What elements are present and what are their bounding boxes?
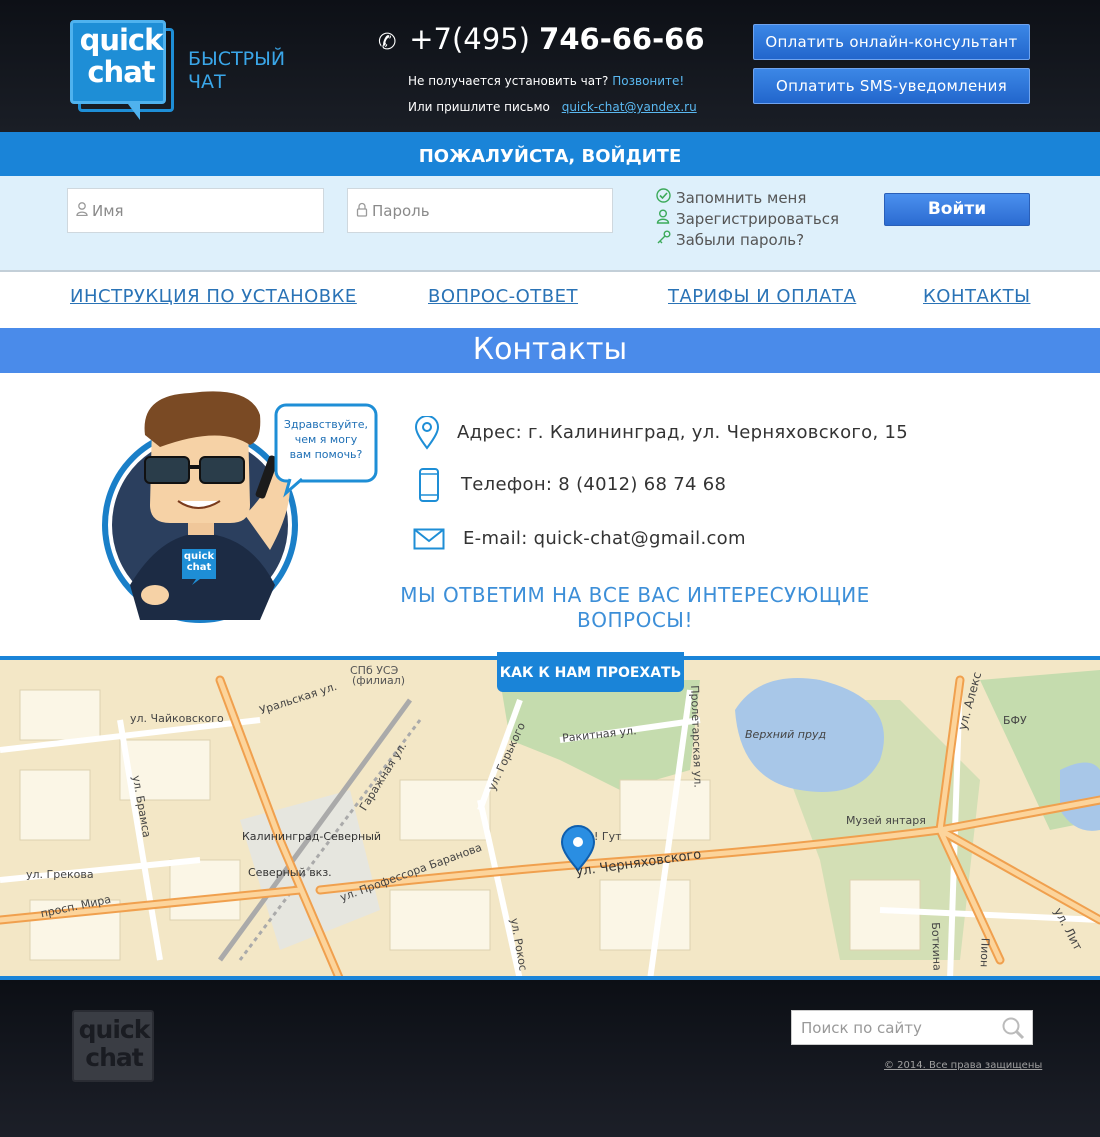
name-input[interactable]: [68, 189, 323, 232]
shirt-logo: quick chat: [183, 551, 215, 573]
help-line: Не получается установить чат? Позвоните!: [408, 74, 684, 88]
lock-icon: [356, 202, 368, 221]
person-icon: [656, 209, 676, 228]
mascot-illustration: Здравствуйте, чем я могу вам помочь? qui…: [100, 385, 390, 635]
forgot-label: Забыли пароль?: [676, 231, 805, 249]
map-label: (филиал): [352, 674, 406, 687]
login-button[interactable]: Войти: [884, 193, 1030, 226]
help-text: Не получается установить чат?: [408, 74, 609, 88]
copyright: © 2014. Все права защищены: [884, 1060, 1043, 1071]
tagline-line-1: МЫ ОТВЕТИМ НА ВСЕ ВАС ИНТЕРЕСУЮЩИЕ: [400, 583, 870, 607]
contact-email[interactable]: E-mail: quick-chat@gmail.com: [463, 528, 746, 549]
password-field[interactable]: [347, 188, 613, 233]
login-title: ПОЖАЛУЙСТА, ВОЙДИТЕ: [418, 146, 682, 167]
contact-phone: Телефон: 8 (4012) 68 74 68: [461, 474, 727, 495]
mobile-phone-icon: [418, 467, 440, 507]
map-label: Верхний пруд: [745, 728, 827, 741]
nav-faq[interactable]: ВОПРОС-ОТВЕТ: [428, 286, 578, 307]
header-email-link[interactable]: quick-chat@yandex.ru: [562, 100, 697, 114]
map-label: Боткина: [928, 922, 944, 971]
check-icon: [656, 188, 676, 207]
footer-logo[interactable]: quick chat: [72, 1010, 162, 1095]
call-link[interactable]: Позвоните!: [612, 74, 684, 88]
speech-bubble: Здравствуйте, чем я могу вам помочь?: [276, 417, 376, 462]
map-label: Пион: [977, 937, 992, 968]
page-title: Контакты: [0, 328, 1100, 373]
name-field[interactable]: [67, 188, 324, 233]
header-phone: ✆ +7(495) 746-66-66: [378, 22, 705, 56]
directions-tab[interactable]: КАК К НАМ ПРОЕХАТЬ: [497, 652, 684, 692]
brand-line-1: БЫСТРЫЙ: [188, 48, 286, 70]
brand-line-2: ЧАТ: [188, 71, 226, 93]
map-label: ул. Чайковского: [130, 712, 224, 725]
nav-pricing[interactable]: ТАРИФЫ И ОПЛАТА: [668, 286, 856, 307]
search-input[interactable]: [792, 1011, 992, 1044]
site-search[interactable]: [791, 1010, 1033, 1045]
location-map[interactable]: СПб УСЭ (филиал) Уральская ул. ул. Чайко…: [0, 656, 1100, 980]
contacts-tagline: МЫ ОТВЕТИМ НА ВСЕ ВАС ИНТЕРЕСУЮЩИЕ ВОПРО…: [380, 583, 890, 633]
brand-subtitle: БЫСТРЫЙ ЧАТ: [188, 48, 285, 94]
bubble-line-2: чем я могу: [294, 433, 358, 446]
forgot-password-option[interactable]: Забыли пароль?: [656, 230, 804, 249]
map-label: Северный вкз.: [248, 866, 332, 879]
map-label: Калининград-Северный: [242, 830, 382, 843]
map-label: Музей янтаря: [846, 814, 926, 827]
register-option[interactable]: Зарегистрироваться: [656, 209, 839, 228]
remember-me-option[interactable]: Запомнить меня: [656, 188, 806, 207]
remember-label: Запомнить меня: [676, 189, 807, 207]
footer-logo-text: quick chat: [78, 1015, 151, 1072]
email-line: Или пришлите письмо quick-chat@yandex.ru: [408, 100, 697, 114]
header-logo[interactable]: quick chat: [70, 20, 176, 120]
bubble-line-1: Здравствуйте,: [283, 418, 369, 431]
phone-prefix: +7(495): [409, 22, 530, 56]
register-label: Зарегистрироваться: [676, 210, 840, 228]
pay-sms-button[interactable]: Оплатить SMS-уведомления: [753, 68, 1030, 104]
nav-contacts[interactable]: КОНТАКТЫ: [923, 286, 1030, 307]
site-footer: [0, 980, 1100, 1137]
logo-bubble-tail: [128, 104, 140, 120]
tagline-line-2: ВОПРОСЫ!: [577, 608, 693, 632]
magnifier-icon[interactable]: [1000, 1015, 1026, 1041]
phone-icon: ✆: [378, 30, 397, 55]
main-nav: ИНСТРУКЦИЯ ПО УСТАНОВКЕ ВОПРОС-ОТВЕТ ТАР…: [0, 272, 1100, 328]
contact-address: Адрес: г. Калининград, ул. Черняховского…: [457, 422, 909, 443]
bubble-line-3: вам помочь?: [289, 448, 363, 461]
nav-install[interactable]: ИНСТРУКЦИЯ ПО УСТАНОВКЕ: [70, 286, 357, 307]
password-input[interactable]: [348, 189, 612, 232]
map-label: ! Гут: [594, 830, 622, 843]
user-icon: [76, 202, 88, 220]
envelope-icon: [413, 528, 445, 554]
map-label: ул. Грекова: [26, 868, 94, 881]
logo-text: quick chat: [79, 23, 164, 89]
map-label: БФУ: [1003, 714, 1027, 727]
key-icon: [656, 230, 676, 249]
email-text: Или пришлите письмо: [408, 100, 550, 114]
phone-number: 746-66-66: [539, 22, 705, 56]
pay-consultant-button[interactable]: Оплатить онлайн-консультант: [753, 24, 1030, 60]
location-pin-icon: [414, 415, 440, 454]
